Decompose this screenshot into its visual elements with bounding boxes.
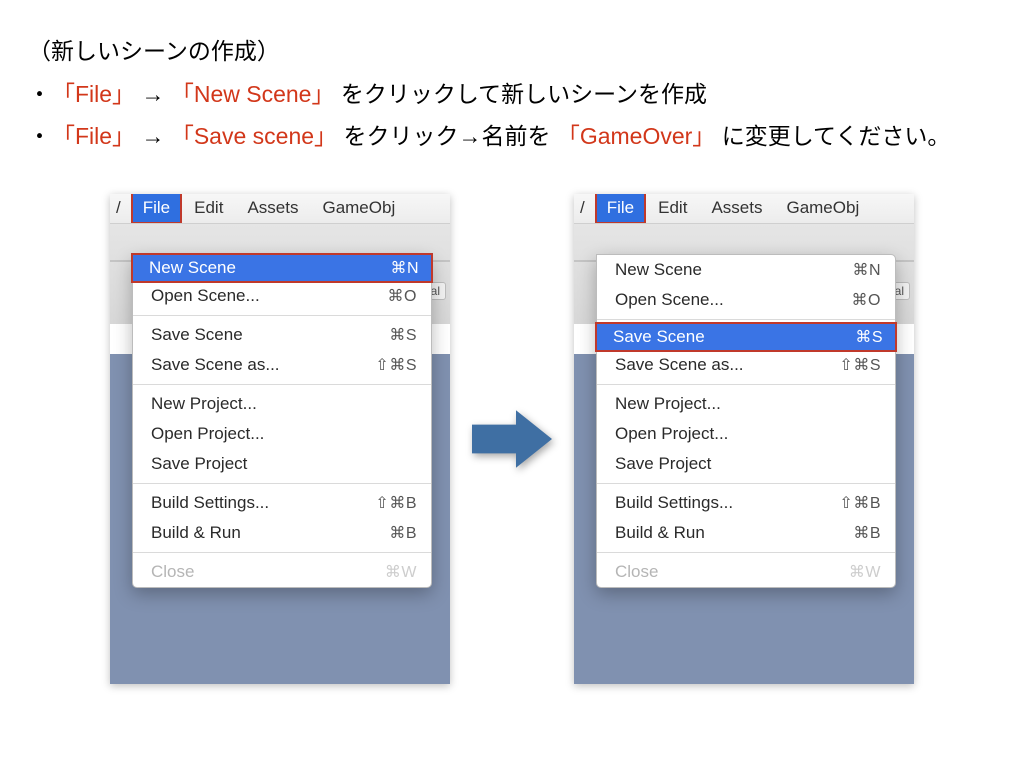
menuitem-shortcut: ⌘O bbox=[388, 286, 417, 306]
menuitem-label: Save Scene bbox=[151, 325, 243, 345]
menuitem-open-project[interactable]: Open Project... bbox=[133, 419, 431, 449]
menuitem-open-scene[interactable]: Open Scene... ⌘O bbox=[597, 285, 895, 315]
menuitem-save-scene[interactable]: Save Scene ⌘S bbox=[133, 320, 431, 350]
menu-gameobject[interactable]: GameObj bbox=[774, 198, 871, 218]
menuitem-new-scene[interactable]: New Scene ⌘N bbox=[131, 253, 433, 283]
menuitem-close: Close ⌘W bbox=[133, 557, 431, 587]
file-dropdown-left: New Scene ⌘N Open Scene... ⌘O Save Scene… bbox=[132, 254, 432, 588]
text-2e: に変更してください。 bbox=[722, 123, 951, 149]
menuitem-label: New Scene bbox=[615, 260, 702, 280]
menu-separator bbox=[597, 552, 895, 553]
menuitem-shortcut: ⌘N bbox=[852, 260, 881, 280]
screenshot-right: / File Edit Assets GameObj cal New Scene… bbox=[574, 194, 914, 684]
menuitem-new-project[interactable]: New Project... bbox=[597, 389, 895, 419]
menuitem-label: Open Project... bbox=[151, 424, 264, 444]
menuitem-shortcut: ⌘B bbox=[389, 523, 417, 543]
hl-savescene: 「Save scene」 bbox=[171, 123, 337, 149]
menuitem-shortcut: ⌘N bbox=[390, 258, 419, 278]
hl-file-1: 「File」 bbox=[52, 81, 135, 107]
menu-separator bbox=[133, 483, 431, 484]
menu-separator bbox=[133, 384, 431, 385]
menuitem-save-scene[interactable]: Save Scene ⌘S bbox=[595, 322, 897, 352]
menuitem-label: New Project... bbox=[151, 394, 257, 414]
instruction-title: （新しいシーンの作成） bbox=[28, 30, 996, 73]
menu-edit[interactable]: Edit bbox=[182, 198, 235, 218]
file-dropdown-right: New Scene ⌘N Open Scene... ⌘O Save Scene… bbox=[596, 254, 896, 588]
menubar-slice: / bbox=[574, 198, 591, 218]
screenshot-left: / File Edit Assets GameObj cal New Scene… bbox=[110, 194, 450, 684]
instruction-line-2: 「File」 → 「Save scene」 をクリック→名前を 「GameOve… bbox=[28, 115, 996, 158]
menuitem-new-scene[interactable]: New Scene ⌘N bbox=[597, 255, 895, 285]
menubar-slice: / bbox=[110, 198, 127, 218]
menuitem-save-project[interactable]: Save Project bbox=[133, 449, 431, 479]
menu-edit[interactable]: Edit bbox=[646, 198, 699, 218]
menuitem-shortcut: ⌘B bbox=[853, 523, 881, 543]
menuitem-shortcut: ⇧⌘B bbox=[839, 493, 881, 513]
text-2c: をクリック→名前を bbox=[343, 123, 550, 149]
menuitem-close: Close ⌘W bbox=[597, 557, 895, 587]
menuitem-save-scene-as[interactable]: Save Scene as... ⇧⌘S bbox=[597, 350, 895, 380]
menu-separator bbox=[597, 483, 895, 484]
menuitem-label: Build & Run bbox=[151, 523, 241, 543]
menuitem-shortcut: ⌘W bbox=[849, 562, 881, 582]
menu-separator bbox=[133, 315, 431, 316]
screenshot-row: / File Edit Assets GameObj cal New Scene… bbox=[0, 194, 1024, 684]
menuitem-label: Close bbox=[615, 562, 658, 582]
menu-separator bbox=[597, 319, 895, 320]
arrow-icon bbox=[470, 407, 554, 471]
menuitem-build-settings[interactable]: Build Settings... ⇧⌘B bbox=[597, 488, 895, 518]
menuitem-label: New Scene bbox=[149, 258, 236, 278]
menu-separator bbox=[597, 384, 895, 385]
arrow-text-2: → bbox=[141, 123, 164, 149]
text-1c: をクリックして新しいシーンを作成 bbox=[341, 81, 707, 107]
menuitem-open-scene[interactable]: Open Scene... ⌘O bbox=[133, 281, 431, 311]
menubar-left: / File Edit Assets GameObj bbox=[110, 194, 450, 224]
instruction-line-1: 「File」 → 「New Scene」 をクリックして新しいシーンを作成 bbox=[28, 73, 996, 116]
menuitem-save-scene-as[interactable]: Save Scene as... ⇧⌘S bbox=[133, 350, 431, 380]
menuitem-shortcut: ⌘O bbox=[852, 290, 881, 310]
menuitem-save-project[interactable]: Save Project bbox=[597, 449, 895, 479]
menuitem-shortcut: ⌘S bbox=[855, 327, 883, 347]
screenshot-body-left: cal New Scene ⌘N Open Scene... ⌘O Save S… bbox=[110, 224, 450, 684]
menu-file[interactable]: File bbox=[595, 194, 646, 224]
menuitem-label: New Project... bbox=[615, 394, 721, 414]
menubar-right: / File Edit Assets GameObj bbox=[574, 194, 914, 224]
menuitem-label: Save Project bbox=[151, 454, 247, 474]
menuitem-label: Save Scene bbox=[613, 327, 705, 347]
arrow-text-1: → bbox=[141, 81, 164, 107]
menu-assets[interactable]: Assets bbox=[235, 198, 310, 218]
menuitem-build-run[interactable]: Build & Run ⌘B bbox=[133, 518, 431, 548]
menuitem-label: Open Scene... bbox=[151, 286, 260, 306]
menuitem-new-project[interactable]: New Project... bbox=[133, 389, 431, 419]
menu-file[interactable]: File bbox=[131, 194, 182, 224]
menuitem-label: Save Project bbox=[615, 454, 711, 474]
menuitem-label: Save Scene as... bbox=[615, 355, 744, 375]
menu-gameobject[interactable]: GameObj bbox=[310, 198, 407, 218]
menuitem-shortcut: ⇧⌘S bbox=[839, 355, 881, 375]
menuitem-shortcut: ⌘W bbox=[385, 562, 417, 582]
hl-file-2: 「File」 bbox=[52, 123, 135, 149]
menuitem-shortcut: ⇧⌘B bbox=[375, 493, 417, 513]
menuitem-build-run[interactable]: Build & Run ⌘B bbox=[597, 518, 895, 548]
menuitem-label: Save Scene as... bbox=[151, 355, 280, 375]
menuitem-shortcut: ⌘S bbox=[389, 325, 417, 345]
menuitem-label: Build Settings... bbox=[151, 493, 269, 513]
menu-assets[interactable]: Assets bbox=[699, 198, 774, 218]
menuitem-build-settings[interactable]: Build Settings... ⇧⌘B bbox=[133, 488, 431, 518]
menuitem-shortcut: ⇧⌘S bbox=[375, 355, 417, 375]
menuitem-label: Close bbox=[151, 562, 194, 582]
instruction-block: （新しいシーンの作成） 「File」 → 「New Scene」 をクリックして… bbox=[0, 0, 1024, 158]
menuitem-label: Open Scene... bbox=[615, 290, 724, 310]
menu-separator bbox=[133, 552, 431, 553]
menuitem-open-project[interactable]: Open Project... bbox=[597, 419, 895, 449]
menuitem-label: Open Project... bbox=[615, 424, 728, 444]
menuitem-label: Build Settings... bbox=[615, 493, 733, 513]
menuitem-label: Build & Run bbox=[615, 523, 705, 543]
screenshot-body-right: cal New Scene ⌘N Open Scene... ⌘O Save S… bbox=[574, 224, 914, 684]
hl-newscene: 「New Scene」 bbox=[171, 81, 335, 107]
hl-gameover: 「GameOver」 bbox=[557, 123, 715, 149]
